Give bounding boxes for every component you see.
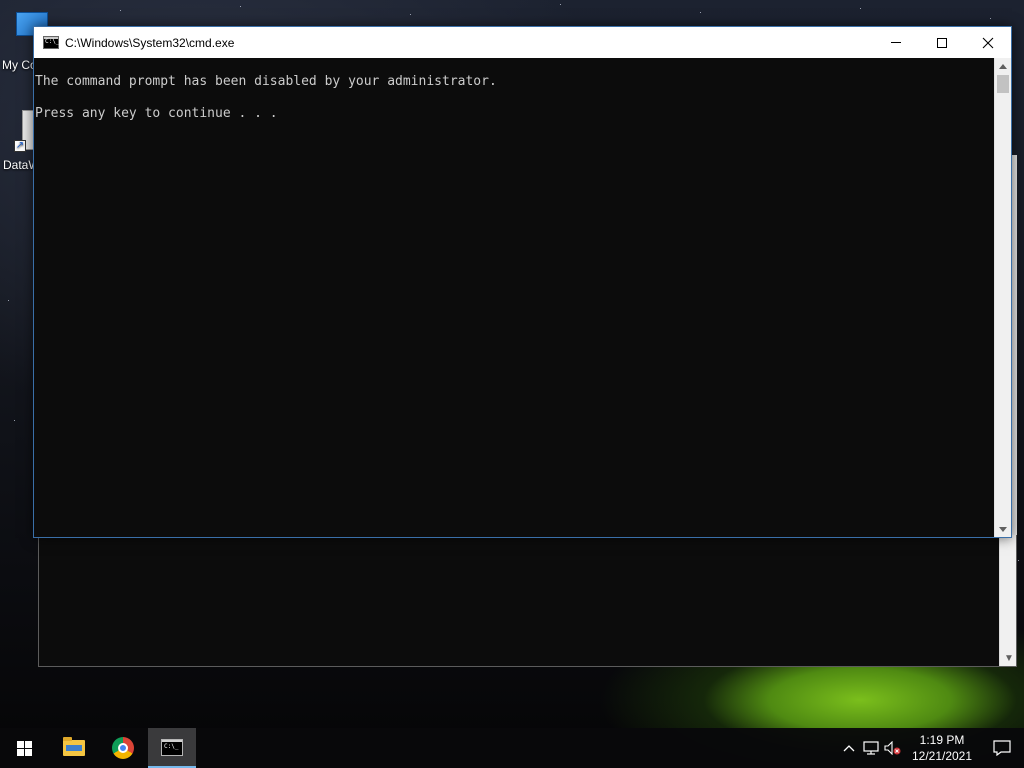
background-scrollbar[interactable]: ▼ — [999, 535, 1016, 666]
maximize-button[interactable] — [919, 27, 965, 58]
network-icon — [863, 741, 879, 755]
maximize-icon — [937, 37, 947, 48]
shortcut-arrow-icon: ↗ — [14, 140, 26, 152]
taskbar-clock[interactable]: 1:19 PM 12/21/2021 — [904, 732, 980, 764]
scroll-up-button[interactable] — [995, 58, 1011, 74]
console-line: The command prompt has been disabled by … — [35, 74, 497, 89]
background-console-window[interactable]: ▼ — [38, 535, 1017, 667]
minimize-button[interactable] — [873, 27, 919, 58]
vertical-scrollbar[interactable] — [994, 58, 1011, 537]
folder-icon — [63, 737, 85, 756]
title-bar[interactable]: C:\Windows\System32\cmd.exe — [34, 27, 1011, 58]
scroll-thumb[interactable] — [997, 75, 1009, 93]
console-line: Press any key to continue . . . — [35, 106, 278, 121]
windows-logo-icon — [16, 740, 32, 756]
action-center-button[interactable] — [980, 728, 1024, 768]
command-prompt-taskbar-button[interactable] — [148, 728, 196, 768]
console-output[interactable]: The command prompt has been disabled by … — [34, 58, 995, 537]
system-tray: 1:19 PM 12/21/2021 — [838, 728, 1024, 768]
window-title: C:\Windows\System32\cmd.exe — [65, 35, 235, 50]
notification-icon — [993, 740, 1011, 756]
network-button[interactable] — [860, 728, 882, 768]
desktop-icon-label: My Co — [2, 58, 37, 72]
taskbar: 1:19 PM 12/21/2021 — [0, 728, 1024, 768]
cmd-icon[interactable] — [43, 36, 59, 49]
chevron-up-icon — [999, 63, 1007, 69]
chevron-up-icon — [843, 745, 855, 752]
start-button[interactable] — [0, 728, 48, 768]
clock-time: 1:19 PM — [919, 733, 965, 747]
cmd-icon — [161, 738, 183, 756]
chevron-down-icon[interactable]: ▼ — [1004, 653, 1014, 664]
file-explorer-button[interactable] — [50, 728, 98, 768]
chrome-icon — [112, 737, 134, 759]
show-hidden-icons-button[interactable] — [838, 728, 860, 768]
close-button[interactable] — [965, 27, 1011, 58]
minimize-icon — [891, 42, 901, 43]
cmd-window[interactable]: C:\Windows\System32\cmd.exe The command … — [33, 26, 1012, 538]
chrome-button[interactable] — [99, 728, 147, 768]
clock-date: 12/21/2021 — [911, 749, 973, 763]
close-icon — [982, 37, 994, 48]
volume-muted-icon — [884, 741, 901, 755]
background-window-edge — [1012, 155, 1017, 535]
chevron-down-icon — [999, 526, 1007, 532]
scroll-down-button[interactable] — [995, 521, 1011, 537]
volume-button[interactable] — [882, 728, 904, 768]
